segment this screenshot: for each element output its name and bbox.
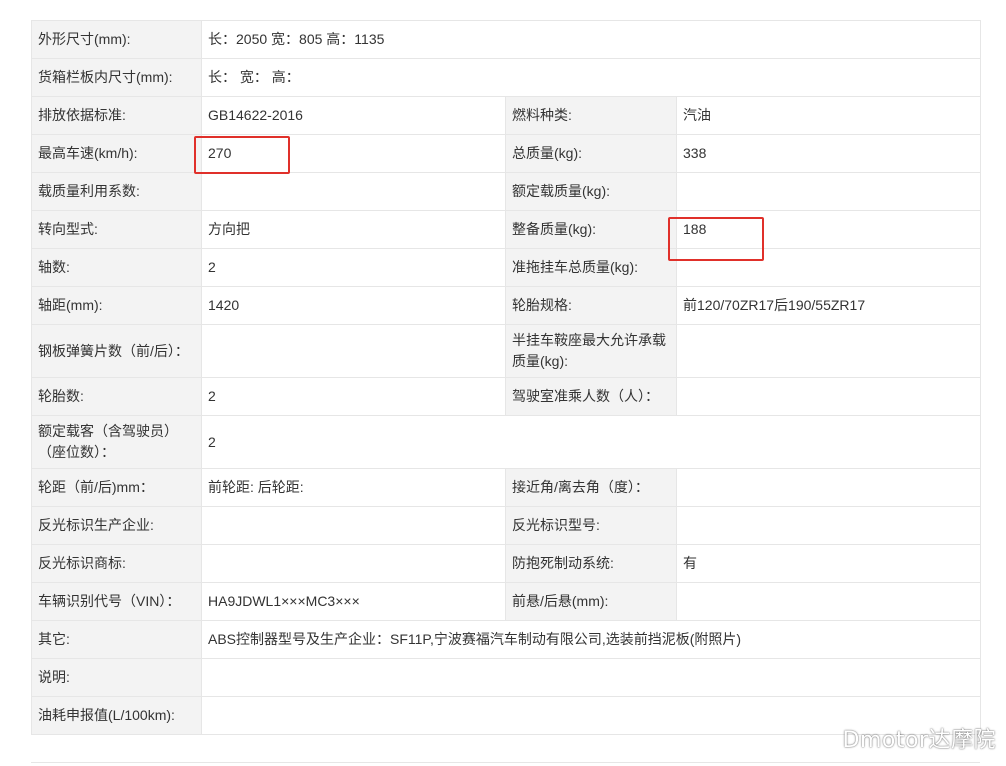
spec-value: 前轮距: 后轮距: [201, 468, 506, 507]
table-row: 油耗申报值(L/100km): [31, 696, 982, 735]
spec-value: 方向把 [201, 210, 506, 249]
spec-label: 反光标识型号: [505, 506, 677, 545]
spec-label: 反光标识商标: [31, 544, 202, 583]
table-row: 外形尺寸(mm): 长：2050 宽：805 高：1135 [31, 20, 982, 59]
spec-value: 长：2050 宽：805 高：1135 [200, 20, 982, 59]
spec-value: 有 [675, 544, 982, 583]
spec-label: 转向型式: [31, 210, 202, 249]
spec-value [675, 468, 982, 507]
spec-value: GB14622-2016 [201, 96, 506, 135]
table-row: 轮胎数: 2 驾驶室准乘人数（人）： [31, 377, 982, 416]
spec-value [675, 506, 982, 545]
table-row: 货箱栏板内尺寸(mm): 长： 宽： 高： [31, 58, 982, 97]
spec-label: 车辆识别代号（VIN）： [31, 582, 202, 621]
spec-value [675, 324, 982, 378]
spec-label: 准拖挂车总质量(kg): [505, 248, 677, 287]
spec-label: 整备质量(kg): [505, 210, 677, 249]
spec-value: 2 [201, 248, 506, 287]
spec-label: 接近角/离去角（度）： [505, 468, 677, 507]
table-row: 说明: [31, 658, 982, 697]
spec-value [200, 658, 982, 697]
spec-label: 外形尺寸(mm): [31, 20, 202, 59]
spec-label: 防抱死制动系统: [505, 544, 677, 583]
spec-value [675, 377, 982, 416]
spec-value [675, 172, 982, 211]
spec-label: 说明: [31, 658, 202, 697]
spec-label: 轮距（前/后)mm： [31, 468, 202, 507]
spec-value: 2 [200, 415, 982, 469]
vin-value: HA9JDWL1×××MC3××× [201, 582, 506, 621]
spec-value: ABS控制器型号及生产企业：SF11P,宁波赛福汽车制动有限公司,选装前挡泥板(… [200, 620, 982, 659]
watermark: Dmotor达摩院 [842, 728, 996, 753]
table-row: 轴距(mm): 1420 轮胎规格: 前120/70ZR17后190/55ZR1… [31, 286, 982, 325]
spec-label: 排放依据标准: [31, 96, 202, 135]
spec-value [201, 172, 506, 211]
spec-label: 轮胎规格: [505, 286, 677, 325]
spec-label: 额定载质量(kg): [505, 172, 677, 211]
spec-label: 轴距(mm): [31, 286, 202, 325]
highlight-box-curb-weight [668, 217, 764, 261]
spec-label: 轮胎数: [31, 377, 202, 416]
spec-value: 1420 [201, 286, 506, 325]
table-row: 排放依据标准: GB14622-2016 燃料种类: 汽油 [31, 96, 982, 135]
spec-value [201, 324, 506, 378]
spec-value [201, 544, 506, 583]
table-row: 车辆识别代号（VIN）： HA9JDWL1×××MC3××× 前悬/后悬(mm)… [31, 582, 982, 621]
table-row: 轴数: 2 准拖挂车总质量(kg): [31, 248, 982, 287]
spec-value: 338 [675, 134, 982, 173]
spec-value: 2 [201, 377, 506, 416]
table-row: 最高车速(km/h): 270 总质量(kg): 338 [31, 134, 982, 173]
spec-label: 额定载客（含驾驶员）（座位数）： [31, 415, 202, 469]
spec-value: 长： 宽： 高： [200, 58, 982, 97]
table-row: 转向型式: 方向把 整备质量(kg): 188 [31, 210, 982, 249]
table-row: 反光标识生产企业: 反光标识型号: [31, 506, 982, 545]
spec-value [675, 582, 982, 621]
spec-label: 驾驶室准乘人数（人）： [505, 377, 677, 416]
table-row: 轮距（前/后)mm： 前轮距: 后轮距: 接近角/离去角（度）： [31, 468, 982, 507]
table-row: 额定载客（含驾驶员）（座位数）： 2 [31, 415, 982, 469]
table-row: 钢板弹簧片数（前/后）： 半挂车鞍座最大允许承载质量(kg): [31, 324, 982, 378]
spec-label: 轴数: [31, 248, 202, 287]
spec-value: 汽油 [675, 96, 982, 135]
spec-label: 货箱栏板内尺寸(mm): [31, 58, 202, 97]
spec-label: 前悬/后悬(mm): [505, 582, 677, 621]
spec-label: 载质量利用系数: [31, 172, 202, 211]
spec-label: 最高车速(km/h): [31, 134, 202, 173]
spec-label: 油耗申报值(L/100km): [31, 696, 202, 735]
table-row: 其它: ABS控制器型号及生产企业：SF11P,宁波赛福汽车制动有限公司,选装前… [31, 620, 982, 659]
table-row: 反光标识商标: 防抱死制动系统: 有 [31, 544, 982, 583]
divider [31, 762, 980, 763]
spec-label: 反光标识生产企业: [31, 506, 202, 545]
spec-label: 钢板弹簧片数（前/后）： [31, 324, 202, 378]
spec-table: 外形尺寸(mm): 长：2050 宽：805 高：1135 货箱栏板内尺寸(mm… [31, 20, 982, 735]
spec-value [201, 506, 506, 545]
spec-label: 燃料种类: [505, 96, 677, 135]
spec-label: 其它: [31, 620, 202, 659]
spec-value: 前120/70ZR17后190/55ZR17 [675, 286, 982, 325]
spec-label: 总质量(kg): [505, 134, 677, 173]
spec-label: 半挂车鞍座最大允许承载质量(kg): [505, 324, 677, 378]
table-row: 载质量利用系数: 额定载质量(kg): [31, 172, 982, 211]
highlight-box-max-speed [194, 136, 290, 174]
